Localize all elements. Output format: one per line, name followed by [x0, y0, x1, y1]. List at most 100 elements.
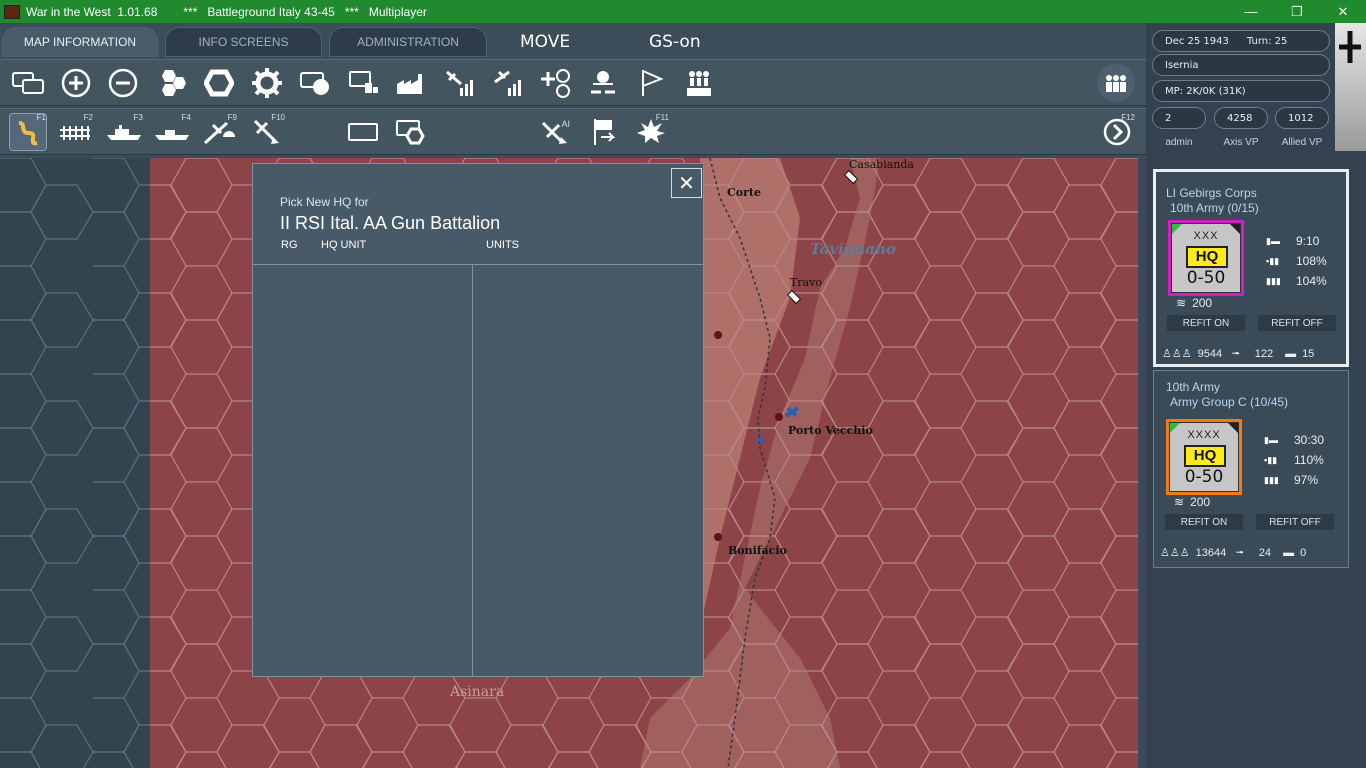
supply-icon[interactable]	[344, 64, 382, 102]
weather-icon[interactable]	[584, 64, 622, 102]
zoom-in-icon[interactable]	[57, 64, 95, 102]
hq-card-corps[interactable]: LI Gebirgs Corps 10th Army (0/15) XXX HQ…	[1153, 169, 1349, 367]
air-mission-icon[interactable]	[488, 64, 526, 102]
location-display: Isernia	[1152, 54, 1330, 76]
victory-flag-icon[interactable]	[632, 64, 670, 102]
stat-row-3: ▮▮▮ 104%	[1266, 274, 1327, 288]
afv-icon: ▬	[1285, 347, 1297, 360]
dialog-title: II RSI Ital. AA Gun Battalion	[280, 213, 501, 233]
close-window-icon[interactable]: ✕	[1320, 0, 1366, 23]
zoom-out-icon[interactable]	[104, 64, 142, 102]
axis-vp-label: Axis VP	[1223, 137, 1259, 148]
units-list-pane[interactable]	[473, 264, 704, 677]
map-label-travo: Travo	[790, 276, 822, 289]
afv-icon: ▬	[1283, 546, 1295, 559]
hq-card-army[interactable]: 10th Army Army Group C (10/45) XXXX HQ 0…	[1153, 370, 1349, 568]
admin-points-value: 2	[1152, 107, 1206, 129]
stat-value: 104%	[1296, 274, 1327, 288]
fkey-label: F12	[1121, 113, 1135, 122]
naval-invasion-icon[interactable]: F4	[152, 113, 192, 151]
gs-mode-label[interactable]: GS-on	[649, 32, 701, 52]
end-turn-icon[interactable]: F12	[1098, 113, 1136, 151]
tab-administration[interactable]: ADMINISTRATION	[329, 27, 487, 57]
fkey-label: F3	[133, 113, 143, 122]
unit-size-label: XXXX	[1187, 429, 1221, 441]
hq-card-parent: Army Group C (10/45)	[1170, 395, 1289, 409]
map-label-corte: Corte	[727, 186, 761, 199]
toolbar-bottom-row: F1 F2 F3 F4 F9 F10 AI F11 F12	[0, 108, 1146, 155]
tab-info-screens[interactable]: INFO SCREENS	[165, 27, 322, 57]
men-icon: ♙♙♙	[1160, 547, 1190, 559]
hq-card-totals: ♙♙♙ 9544 ╼ 122 ▬ 15	[1162, 347, 1314, 361]
ai-air-icon[interactable]: AI	[536, 113, 574, 151]
minimize-icon[interactable]: —	[1228, 0, 1274, 23]
fkey-label: F9	[227, 113, 237, 122]
fkey-label: F1	[36, 113, 46, 122]
unit-focus-icon[interactable]	[392, 113, 430, 151]
hq-card-name: LI Gebirgs Corps	[1166, 186, 1257, 200]
hq-card-name: 10th Army	[1166, 380, 1221, 394]
industry-icon[interactable]	[392, 64, 430, 102]
right-info-panel: Dec 25 1943 Turn: 25 Isernia MP: 2K/0K (…	[1146, 23, 1366, 768]
close-icon[interactable]: ✕	[671, 168, 702, 198]
stat-row-1: ▮▬ 9:10	[1266, 234, 1319, 248]
rail-icon[interactable]: F2	[56, 113, 94, 151]
combat-explosion-icon[interactable]: F11	[632, 113, 670, 151]
unit-strength: 0-50	[1184, 467, 1224, 487]
refit-on-button[interactable]: REFIT ON	[1167, 315, 1245, 331]
air-recon-icon[interactable]	[440, 64, 478, 102]
fuel-icon: ▮▮▮	[1266, 275, 1281, 286]
hq-list-pane[interactable]	[253, 264, 473, 677]
refit-on-button[interactable]: REFIT ON	[1165, 514, 1243, 530]
map-label-asinara: Asinara	[450, 684, 505, 700]
scenario-title: *** Battleground Italy 43-45 *** Multipl…	[183, 4, 427, 19]
settings-gear-icon[interactable]	[248, 64, 286, 102]
mp-display: MP: 2K/0K (31K)	[1152, 80, 1330, 102]
top-toolbar-area: MAP INFORMATION INFO SCREENS ADMINISTRAT…	[0, 23, 1146, 158]
air-targets-icon[interactable]	[536, 64, 574, 102]
tank-icon: ▮▬	[1266, 235, 1280, 246]
move-path-icon[interactable]: F1	[9, 113, 47, 151]
restore-icon[interactable]: ❐	[1274, 0, 1320, 23]
unit-counter-icon[interactable]	[296, 64, 334, 102]
hex-outline-icon[interactable]	[200, 64, 238, 102]
mp-value: 200	[1190, 495, 1211, 509]
fkey-label: F2	[83, 113, 93, 122]
naval-transport-icon[interactable]: F3	[104, 113, 144, 151]
date-turn-display: Dec 25 1943 Turn: 25	[1152, 30, 1330, 52]
toolbar-top-row	[0, 59, 1146, 106]
hex-grid-icon[interactable]	[152, 64, 190, 102]
move-mode-label[interactable]: MOVE	[520, 32, 570, 52]
tab-map-information[interactable]: MAP INFORMATION	[2, 27, 158, 57]
select-box-icon[interactable]	[344, 113, 382, 151]
reserves-icon[interactable]	[680, 64, 718, 102]
guns-icon: ╼	[1236, 547, 1243, 559]
column-header-hq-unit: HQ UNIT	[321, 239, 367, 251]
column-header-rg: RG	[281, 239, 298, 251]
hq-unit-counter[interactable]: XXX HQ 0-50	[1168, 220, 1244, 296]
men-icon: ♙♙♙	[1162, 348, 1192, 360]
supply-bars-icon: ▪▮▮	[1264, 454, 1278, 465]
hq-symbol: HQ	[1184, 445, 1226, 467]
app-icon	[4, 4, 20, 19]
movement-icon: ≋	[1176, 296, 1187, 310]
hq-card-totals: ♙♙♙ 13644 ╼ 24 ▬ 0	[1160, 546, 1306, 560]
air-transport-icon[interactable]: F10	[248, 113, 286, 151]
men-value: 9544	[1197, 347, 1223, 360]
stat-value: 30:30	[1294, 433, 1325, 447]
fkey-label: F10	[271, 113, 285, 122]
airborne-drop-icon[interactable]: F9	[200, 113, 238, 151]
refit-off-button[interactable]: REFIT OFF	[1258, 315, 1336, 331]
men-value: 13644	[1195, 546, 1227, 559]
retreat-flag-icon[interactable]	[584, 113, 622, 151]
refit-off-button[interactable]: REFIT OFF	[1256, 514, 1334, 530]
hq-unit-counter[interactable]: XXXX HQ 0-50	[1166, 419, 1242, 495]
allied-vp-label: Allied VP	[1281, 137, 1323, 148]
mp-row: ≋ 200	[1174, 495, 1210, 509]
stack-windows-icon[interactable]	[9, 64, 47, 102]
fkey-label: F4	[181, 113, 191, 122]
date-text: Dec 25 1943	[1165, 35, 1229, 47]
hq-card-parent: 10th Army (0/15)	[1170, 201, 1259, 215]
pick-hq-dialog: Pick New HQ for II RSI Ital. AA Gun Batt…	[252, 163, 704, 677]
manpower-icon[interactable]	[1097, 64, 1135, 102]
